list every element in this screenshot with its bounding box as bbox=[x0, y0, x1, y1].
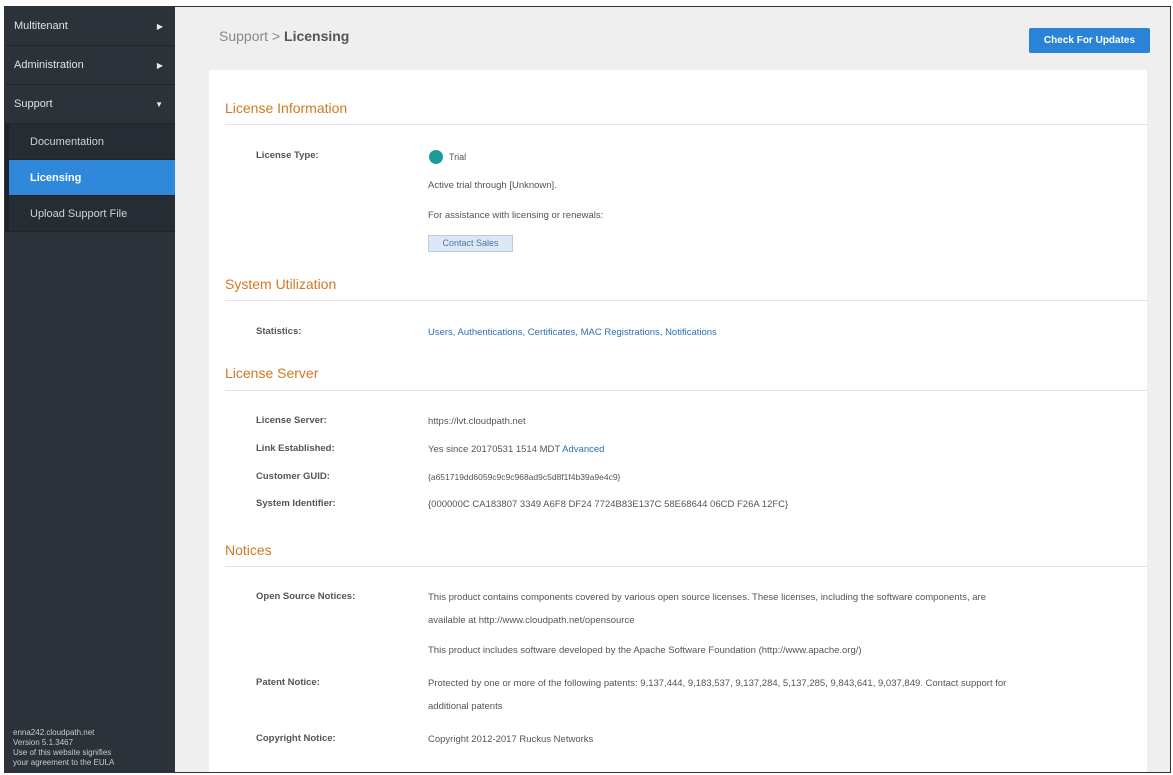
divider bbox=[225, 300, 1147, 301]
eula-text: Use of this website signifies bbox=[13, 748, 112, 757]
breadcrumb: Support > Licensing bbox=[219, 28, 349, 44]
host-name: enna242.cloudpath.net bbox=[13, 728, 95, 737]
customer-guid-value: {a651719dd6059c9c9c968ad9c5d8f1f4b39a9e4… bbox=[428, 472, 621, 482]
active-trial-text: Active trial through [Unknown]. bbox=[428, 180, 557, 191]
version-text: Version 5.1.3467 bbox=[13, 738, 74, 747]
system-identifier-value: {000000C CA183807 3349 A6F8 DF24 7724B83… bbox=[428, 499, 789, 510]
sidebar-item-administration[interactable]: Administration ▶ bbox=[5, 46, 175, 85]
copyright-notice-value: Copyright 2012-2017 Ruckus Networks bbox=[428, 734, 594, 745]
notices-title: Notices bbox=[225, 542, 272, 558]
chevron-right-icon: ▶ bbox=[156, 61, 163, 70]
license-type-value: Trial bbox=[449, 152, 467, 162]
open-source-notices-label: Open Source Notices: bbox=[256, 591, 356, 602]
breadcrumb-separator: > bbox=[271, 28, 281, 44]
sidebar-footer: enna242.cloudpath.net Version 5.1.3467 U… bbox=[13, 728, 163, 768]
open-source-notice-line: available at http://www.cloudpath.net/op… bbox=[428, 615, 635, 626]
statistics-links[interactable]: Users, Authentications, Certificates, MA… bbox=[428, 327, 717, 338]
sidebar-item-support[interactable]: Support ▼ bbox=[5, 85, 175, 124]
sidebar-item-multitenant[interactable]: Multitenant ▶ bbox=[5, 7, 175, 46]
license-information-title: License Information bbox=[225, 100, 348, 116]
license-type-label: License Type: bbox=[256, 150, 319, 161]
breadcrumb-parent[interactable]: Support bbox=[219, 28, 268, 44]
open-source-notice-line: This product contains components covered… bbox=[428, 592, 986, 603]
eula-link[interactable]: your agreement to the EULA bbox=[13, 758, 163, 768]
patent-notice-line: Protected by one or more of the followin… bbox=[428, 678, 1007, 689]
app-window: Multitenant ▶ Administration ▶ Support ▼… bbox=[4, 6, 1171, 773]
system-utilization-title: System Utilization bbox=[225, 276, 337, 292]
sidebar-item-licensing[interactable]: Licensing bbox=[9, 160, 175, 196]
sidebar-item-label: Support bbox=[14, 98, 53, 110]
header: Support > Licensing Check For Updates bbox=[175, 7, 1170, 67]
chevron-right-icon: ▶ bbox=[156, 22, 163, 31]
chevron-down-icon: ▼ bbox=[155, 100, 163, 109]
check-for-updates-button[interactable]: Check For Updates bbox=[1029, 28, 1150, 53]
apache-notice: This product includes software developed… bbox=[428, 645, 862, 656]
sidebar-item-label: Multitenant bbox=[14, 20, 68, 32]
link-established-label: Link Established: bbox=[256, 443, 335, 454]
advanced-link[interactable]: Advanced bbox=[562, 444, 604, 455]
link-established-value: Yes since 20170531 1514 MDT Advanced bbox=[428, 444, 604, 455]
contact-sales-button[interactable]: Contact Sales bbox=[428, 235, 513, 252]
sidebar-item-documentation[interactable]: Documentation bbox=[9, 124, 175, 160]
trial-status-icon bbox=[429, 150, 443, 164]
license-server-value: https://lvt.cloudpath.net bbox=[428, 416, 526, 427]
license-server-label: License Server: bbox=[256, 415, 327, 426]
divider bbox=[225, 124, 1147, 125]
customer-guid-label: Customer GUID: bbox=[256, 471, 330, 482]
statistics-label: Statistics: bbox=[256, 326, 302, 337]
sidebar-item-label: Administration bbox=[14, 59, 84, 71]
sidebar: Multitenant ▶ Administration ▶ Support ▼… bbox=[5, 7, 175, 772]
divider bbox=[225, 390, 1147, 391]
support-submenu: Documentation Licensing Upload Support F… bbox=[5, 124, 175, 232]
licensing-panel: License Information License Type: Trial … bbox=[209, 70, 1147, 772]
patent-notice-line: additional patents bbox=[428, 701, 503, 712]
license-server-title: License Server bbox=[225, 365, 319, 381]
sidebar-item-upload-support-file[interactable]: Upload Support File bbox=[9, 196, 175, 232]
copyright-notice-label: Copyright Notice: bbox=[256, 733, 336, 744]
link-established-text: Yes since 20170531 1514 MDT bbox=[428, 444, 561, 455]
breadcrumb-current: Licensing bbox=[284, 28, 350, 44]
assistance-text: For assistance with licensing or renewal… bbox=[428, 210, 604, 221]
patent-notice-label: Patent Notice: bbox=[256, 677, 320, 688]
divider bbox=[225, 566, 1147, 567]
system-identifier-label: System Identifier: bbox=[256, 498, 336, 509]
